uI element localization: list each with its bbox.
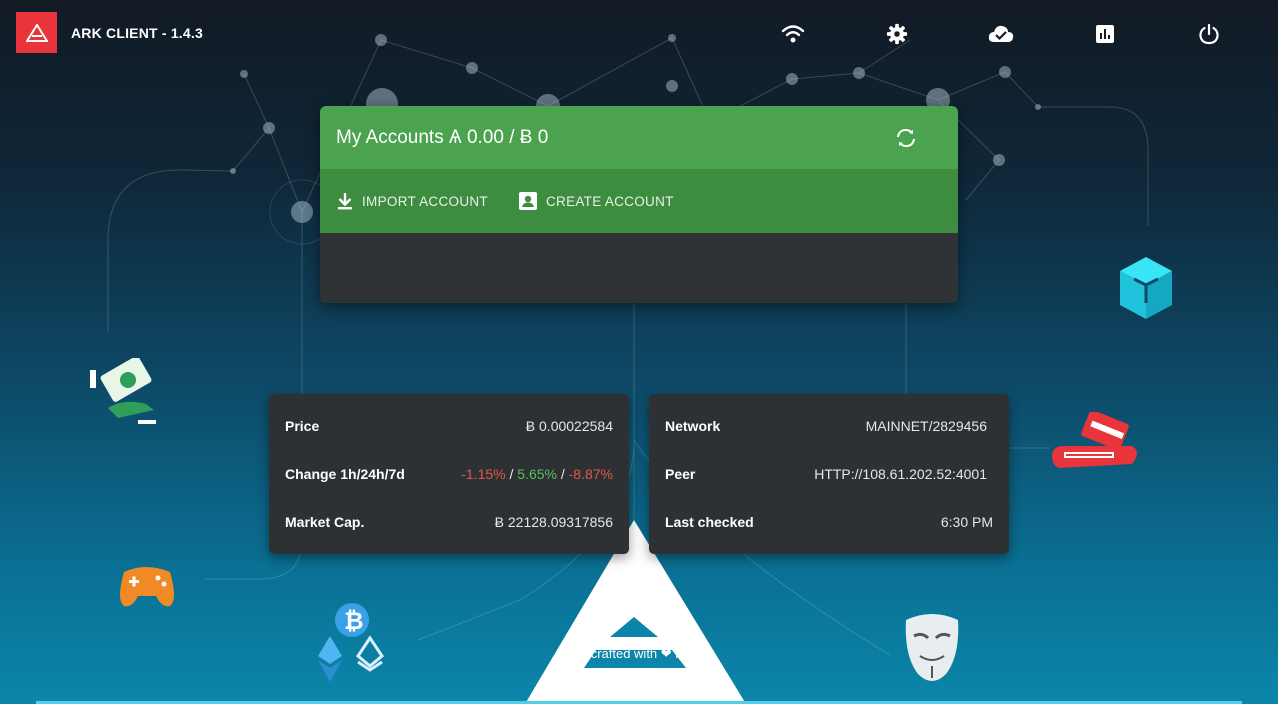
chart-icon[interactable] [1092, 21, 1118, 47]
create-account-label: CREATE ACCOUNT [545, 193, 674, 209]
settings-icon[interactable] [884, 21, 910, 47]
last-checked-row: Last checked 6:30 PM [665, 512, 993, 532]
cash-illustration [88, 356, 160, 433]
network-label: Network [665, 418, 721, 434]
price-row: Price Ƀ 0.00022584 [285, 416, 613, 436]
accounts-header: My Accounts Ѧ 0.00 / Ƀ 0 [320, 106, 958, 169]
change-1h: -1.15% [461, 466, 506, 482]
ark-logo [16, 12, 57, 53]
import-account-button[interactable]: IMPORT ACCOUNT [336, 192, 488, 210]
svg-text:₿: ₿ [344, 607, 364, 635]
peer-row: Peer HTTP://108.61.202.52:4001 [665, 464, 987, 484]
mask-illustration [902, 612, 962, 693]
market-cap-row: Market Cap. Ƀ 22128.09317856 [285, 512, 613, 532]
cube-illustration [1116, 255, 1176, 328]
network-value: MAINNET/2829456 [865, 418, 987, 434]
network-card: Network MAINNET/2829456 Peer HTTP://108.… [649, 394, 1009, 554]
footer-credit: Hand crafted with ❤ by Ark [556, 646, 712, 661]
price-label: Price [285, 418, 320, 434]
power-icon[interactable] [1196, 21, 1222, 47]
app-title: ARK CLIENT - 1.4.3 [71, 25, 203, 41]
download-icon [338, 193, 352, 210]
card-reader-illustration [1048, 410, 1144, 479]
crypto-illustration: ₿ [314, 598, 386, 689]
network-row: Network MAINNET/2829456 [665, 416, 987, 436]
change-separator: / [509, 466, 514, 482]
accounts-actions: IMPORT ACCOUNT CREATE ACCOUNT [320, 169, 958, 233]
change-separator: / [560, 466, 565, 482]
peer-label: Peer [665, 466, 696, 482]
change-7d: -8.87% [568, 466, 613, 482]
peer-value: HTTP://108.61.202.52:4001 [814, 466, 987, 482]
refresh-icon[interactable] [894, 126, 918, 150]
accounts-title: My Accounts Ѧ 0.00 / Ƀ 0 [336, 126, 549, 148]
last-checked-value: 6:30 PM [940, 514, 993, 530]
ark-logo-icon [25, 23, 48, 42]
price-value: Ƀ 0.00022584 [525, 418, 613, 434]
accounts-card: My Accounts Ѧ 0.00 / Ƀ 0 IMPORT ACCOUNT [320, 106, 958, 303]
change-24h: 5.65% [517, 466, 557, 482]
market-card: Price Ƀ 0.00022584 Change 1h/24h/7d -1.1… [269, 394, 629, 554]
create-account-button[interactable]: CREATE ACCOUNT [518, 191, 674, 211]
wifi-icon[interactable] [780, 21, 806, 47]
last-checked-label: Last checked [665, 514, 754, 530]
change-values: -1.15% / 5.65% / -8.87% [461, 466, 613, 482]
market-cap-value: Ƀ 22128.09317856 [494, 514, 613, 530]
top-bar: ARK CLIENT - 1.4.3 [0, 0, 1278, 70]
gamepad-illustration [116, 560, 178, 615]
change-row: Change 1h/24h/7d -1.15% / 5.65% / -8.87% [285, 464, 613, 484]
change-label: Change 1h/24h/7d [285, 466, 405, 482]
account-box-icon [518, 192, 537, 210]
import-account-label: IMPORT ACCOUNT [362, 193, 488, 209]
market-cap-label: Market Cap. [285, 514, 365, 530]
cloud-done-icon[interactable] [988, 21, 1014, 47]
